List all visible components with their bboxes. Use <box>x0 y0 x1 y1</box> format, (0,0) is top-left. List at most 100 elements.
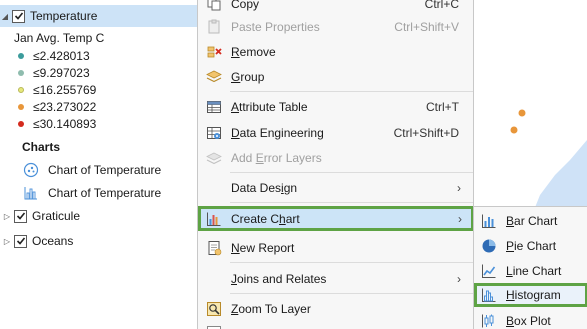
attribute-table-icon <box>205 98 223 116</box>
layer-visibility-checkbox[interactable] <box>12 9 25 23</box>
layer-visibility-checkbox[interactable] <box>14 209 27 223</box>
menu-item-new-report[interactable]: New Report <box>198 236 473 260</box>
zoom-to-layer-icon <box>205 300 223 318</box>
paste-properties-icon <box>205 18 223 36</box>
legend-swatch <box>18 53 24 59</box>
check-icon <box>16 237 25 245</box>
legend-swatch <box>18 70 24 76</box>
menu-item-label: Paste Properties <box>231 20 320 34</box>
menu-item-partial[interactable] <box>198 321 473 329</box>
menu-item-icon <box>205 324 223 329</box>
layer-temperature[interactable]: ◢ Temperature <box>0 5 200 27</box>
legend-swatch <box>18 121 24 127</box>
histogram-icon <box>480 286 498 304</box>
map-point <box>518 109 526 117</box>
menu-item-remove[interactable]: Remove <box>198 40 473 64</box>
chart-label: Chart of Temperature <box>48 186 162 200</box>
chevron-right-icon: › <box>457 272 461 286</box>
menu-item-label: Data Design <box>231 181 298 195</box>
menu-item-label: Remove <box>231 45 276 59</box>
contents-pane: ◢ Temperature Jan Avg. Temp C ≤2.428013 … <box>0 0 200 329</box>
submenu-item-bar-chart[interactable]: Bar Chart <box>474 209 587 233</box>
menu-item-create-chart[interactable]: Create Chart › <box>198 206 474 231</box>
menu-separator <box>230 91 473 92</box>
menu-item-shortcut: Ctrl+Shift+V <box>394 20 459 34</box>
menu-item-shortcut: Ctrl+T <box>426 100 459 114</box>
submenu-item-line-chart[interactable]: Line Chart <box>474 259 587 283</box>
create-chart-icon <box>205 210 223 228</box>
menu-item-data-engineering[interactable]: Data Engineering Ctrl+Shift+D <box>198 121 473 145</box>
legend-label: ≤16.255769 <box>33 83 97 97</box>
menu-item-data-design[interactable]: Data Design › <box>198 176 473 200</box>
map-point <box>510 126 518 134</box>
submenu-item-label: Box Plot <box>506 314 551 328</box>
legend-label: ≤2.428013 <box>33 49 90 63</box>
bar-chart-icon <box>480 212 498 230</box>
remove-icon <box>205 43 223 61</box>
menu-item-label: Copy <box>231 0 260 11</box>
line-chart-icon <box>480 262 498 280</box>
create-chart-submenu: Bar Chart Pie Chart Line Chart Histogram… <box>473 206 587 329</box>
menu-item-label: Add Error Layers <box>231 151 322 165</box>
menu-item-group[interactable]: Group <box>198 65 473 89</box>
submenu-item-pie-chart[interactable]: Pie Chart <box>474 234 587 258</box>
layer-visibility-checkbox[interactable] <box>14 234 27 248</box>
histogram-chart-icon <box>22 184 40 202</box>
scatter-chart-icon <box>22 161 40 179</box>
layer-label: Oceans <box>32 234 74 248</box>
chart-label: Chart of Temperature <box>48 163 162 177</box>
submenu-item-label: Line Chart <box>506 264 562 278</box>
menu-item-label: Joins and Relates <box>231 272 327 286</box>
data-engineering-icon <box>205 124 223 142</box>
check-icon <box>14 12 23 20</box>
chevron-right-icon: › <box>457 181 461 195</box>
context-menu: Copy Ctrl+C Paste Properties Ctrl+Shift+… <box>197 0 474 329</box>
menu-item-label: New Report <box>231 241 295 255</box>
menu-item-label: Zoom To Layer <box>231 302 311 316</box>
box-plot-icon <box>480 312 498 329</box>
submenu-item-label: Bar Chart <box>506 214 558 228</box>
menu-item-label: Attribute Table <box>231 100 308 114</box>
copy-icon <box>205 0 223 13</box>
menu-item-paste-properties[interactable]: Paste Properties Ctrl+Shift+V <box>198 15 473 39</box>
menu-separator <box>230 202 473 203</box>
check-icon <box>16 212 25 220</box>
menu-separator <box>230 262 473 263</box>
menu-item-label: Data Engineering <box>231 126 324 140</box>
menu-item-label: Create Chart <box>231 211 300 226</box>
expand-icon[interactable]: ▷ <box>2 237 12 246</box>
submenu-item-histogram[interactable]: Histogram <box>474 283 587 307</box>
add-error-layers-icon <box>205 149 223 167</box>
legend-swatch <box>18 87 24 93</box>
menu-item-shortcut: Ctrl+C <box>424 0 459 11</box>
menu-separator <box>230 172 473 173</box>
chart-item[interactable]: Chart of Temperature <box>22 159 161 181</box>
layer-label: Graticule <box>32 209 81 223</box>
chart-item[interactable]: Chart of Temperature <box>22 182 161 204</box>
layer-label: Temperature <box>30 9 98 23</box>
submenu-item-label: Pie Chart <box>506 239 557 253</box>
legend-label: ≤30.140893 <box>33 117 97 131</box>
expand-icon[interactable]: ▷ <box>2 212 12 221</box>
chevron-right-icon: › <box>458 211 462 226</box>
menu-item-zoom-to-layer[interactable]: Zoom To Layer <box>198 297 473 321</box>
menu-item-attribute-table[interactable]: Attribute Table Ctrl+T <box>198 95 473 119</box>
charts-heading: Charts <box>22 140 61 154</box>
menu-item-joins-relates[interactable]: Joins and Relates › <box>198 267 473 291</box>
legend-label: ≤23.273022 <box>33 100 97 114</box>
menu-item-copy[interactable]: Copy Ctrl+C <box>198 0 473 16</box>
menu-item-label: Group <box>231 70 265 84</box>
legend-swatch <box>18 104 24 110</box>
submenu-item-box-plot[interactable]: Box Plot <box>474 309 587 329</box>
legend-item: ≤30.140893 <box>18 114 96 134</box>
menu-item-shortcut: Ctrl+Shift+D <box>393 126 459 140</box>
pie-chart-icon <box>480 237 498 255</box>
submenu-item-label: Histogram <box>506 288 561 302</box>
menu-separator <box>230 293 473 294</box>
menu-item-add-error-layers[interactable]: Add Error Layers <box>198 146 473 170</box>
new-report-icon <box>205 239 223 257</box>
layer-graticule[interactable]: ▷ Graticule <box>2 205 80 227</box>
legend-label: ≤9.297023 <box>33 66 90 80</box>
layer-oceans[interactable]: ▷ Oceans <box>2 230 73 252</box>
collapse-icon[interactable]: ◢ <box>0 12 10 21</box>
